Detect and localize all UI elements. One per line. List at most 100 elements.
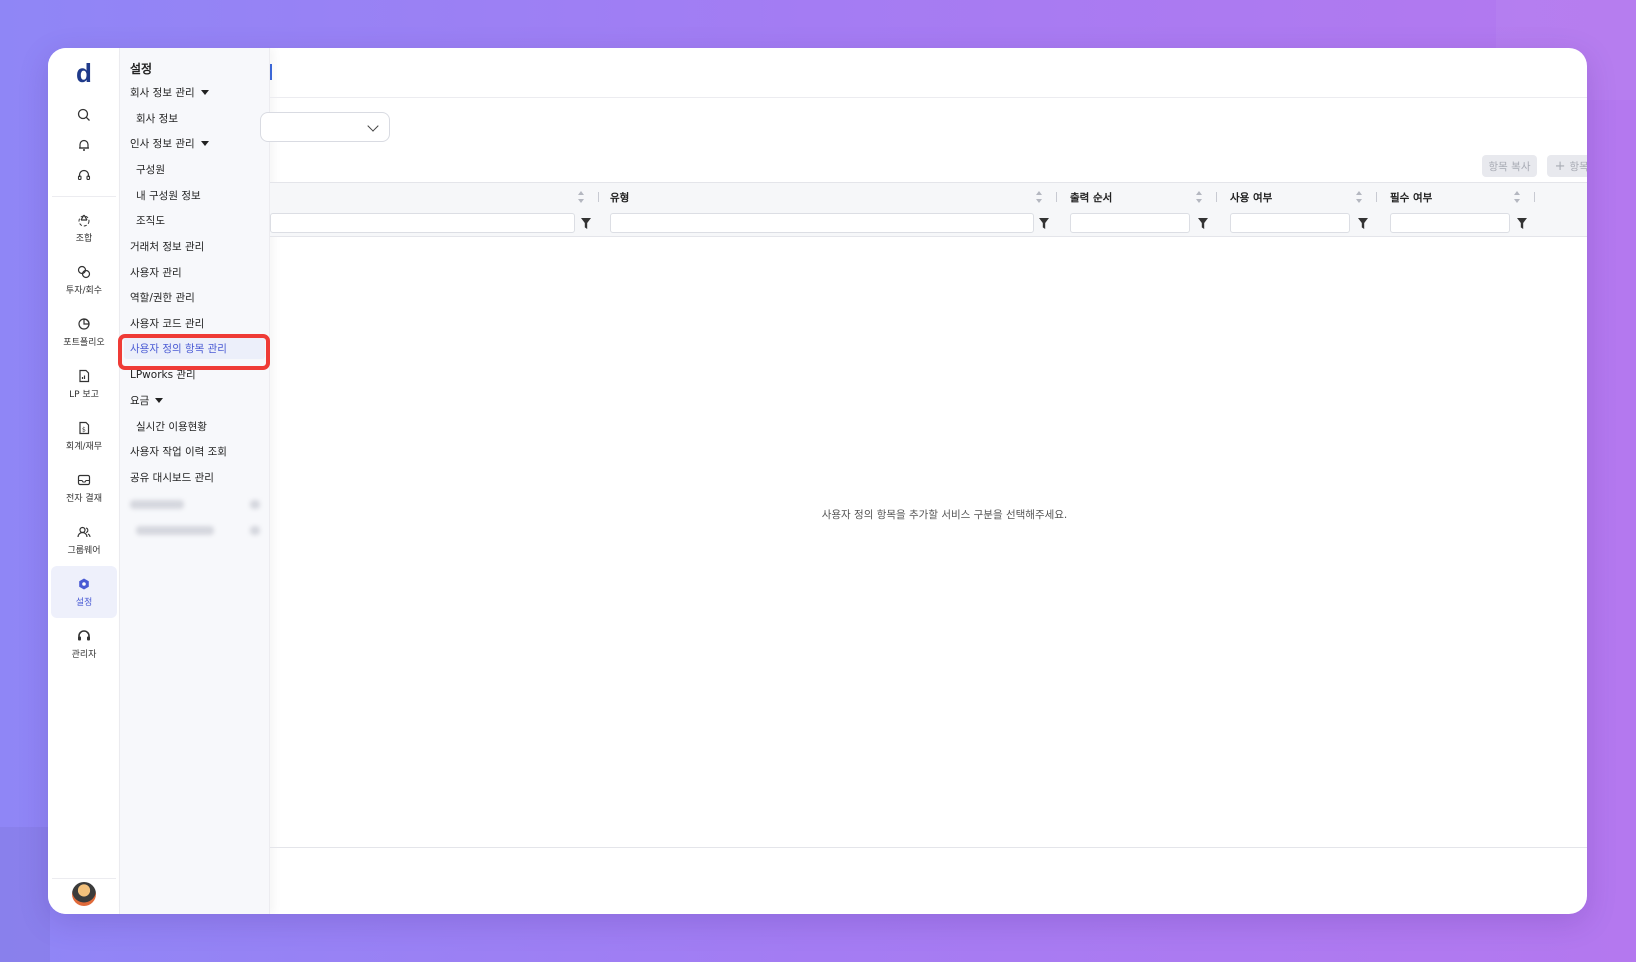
menu-item-role-permission-mgmt[interactable]: 역할/권한 관리 [130, 289, 195, 305]
menu-item-company-info-mgmt[interactable]: 회사 정보 관리 [130, 84, 209, 100]
rail-label: 설정 [75, 597, 93, 608]
column-separator [1534, 192, 1535, 202]
avatar[interactable] [72, 882, 96, 906]
admin-headset-icon [78, 629, 90, 640]
finance-document-icon: $ [79, 421, 90, 434]
sort-icon[interactable] [1356, 191, 1362, 203]
menu-item-user-code-mgmt[interactable]: 사용자 코드 관리 [130, 315, 204, 331]
menu-item-user-activity-log[interactable]: 사용자 작업 이력 조회 [130, 443, 227, 459]
menu-label: 실시간 이용현황 [136, 420, 207, 433]
menu-item-company-info[interactable]: 회사 정보 [136, 110, 178, 126]
column-separator [598, 192, 599, 202]
main-content: 항목 복사 +항목 추가 유형 [260, 48, 1587, 914]
menu-label: 사용자 정의 항목 관리 [130, 342, 227, 355]
sort-icon[interactable] [1514, 191, 1520, 203]
menu-item-members[interactable]: 구성원 [136, 161, 165, 177]
menu-label: 회사 정보 [136, 112, 178, 125]
column-header-required[interactable]: 필수 여부 [1380, 183, 1540, 237]
copy-field-button[interactable]: 항목 복사 [1482, 155, 1537, 177]
rail-item-lp-report[interactable]: LP 보고 [51, 358, 117, 410]
people-icon [77, 526, 91, 537]
rail-label: 그룹웨어 [67, 545, 101, 556]
menu-item-lpworks-mgmt[interactable]: LPworks 관리 [130, 366, 196, 382]
grid-header: 유형 출력 순서 사용 여부 필수 여부 [270, 183, 1587, 237]
filter-icon[interactable] [1198, 218, 1208, 229]
menu-label: 역할/권한 관리 [130, 291, 195, 304]
sort-icon[interactable] [1196, 191, 1202, 203]
column-header-type[interactable]: 유형 [600, 183, 1060, 237]
gear-icon [79, 578, 89, 589]
report-document-icon [79, 369, 90, 382]
add-field-label: 항목 추가 [1569, 160, 1587, 173]
menu-label: 인사 정보 관리 [130, 137, 195, 150]
menu-item-org-chart[interactable]: 조직도 [136, 212, 165, 228]
menu-item-realtime-usage[interactable]: 실시간 이용현황 [136, 418, 207, 434]
caret-down-icon [200, 89, 209, 95]
rail-label: 투자/회수 [65, 285, 103, 296]
menu-item-billing[interactable]: 요금 [130, 392, 164, 408]
column-title: 유형 [610, 192, 630, 204]
recycle-icon [78, 214, 90, 226]
menu-item-shared-dashboard-mgmt[interactable]: 공유 대시보드 관리 [130, 469, 214, 485]
divider [52, 878, 116, 879]
rail-item-groupware[interactable]: 그룹웨어 [51, 514, 117, 566]
column-header-name[interactable] [270, 183, 600, 237]
filter-input-in-use[interactable] [1230, 213, 1350, 233]
menu-item-user-mgmt[interactable]: 사용자 관리 [130, 264, 182, 280]
app-logo[interactable]: d [48, 58, 120, 89]
add-field-button[interactable]: +항목 추가 [1547, 155, 1587, 177]
search-icon[interactable] [48, 108, 120, 122]
column-title: 필수 여부 [1390, 192, 1433, 204]
filter-icon[interactable] [1517, 218, 1527, 229]
caret-down-icon [155, 397, 164, 403]
service-select[interactable] [260, 112, 390, 142]
menu-label: LPworks 관리 [130, 368, 196, 381]
background-decoration [0, 827, 50, 962]
column-header-order[interactable]: 출력 순서 [1060, 183, 1220, 237]
menu-item-my-member-info[interactable]: 내 구성원 정보 [136, 187, 201, 203]
rail-item-fund[interactable]: 조합 [51, 202, 117, 254]
settings-submenu: 설정 회사 정보 관리 회사 정보 인사 정보 관리 구성원 내 구성원 정보 … [120, 48, 270, 914]
menu-item-partner-info-mgmt[interactable]: 거래처 정보 관리 [130, 238, 204, 254]
rail-item-admin[interactable]: 관리자 [51, 618, 117, 670]
blurred-menu-item [130, 500, 260, 509]
column-separator [1216, 192, 1217, 202]
rail-item-settings[interactable]: 설정 [51, 566, 117, 618]
rail-label: 전자 결재 [66, 493, 102, 504]
filter-icon[interactable] [1039, 218, 1049, 229]
sort-icon[interactable] [578, 191, 584, 203]
copy-field-label: 항목 복사 [1488, 160, 1531, 173]
menu-label: 사용자 관리 [130, 266, 182, 279]
rail-label: 포트폴리오 [63, 337, 105, 348]
chevron-down-icon [367, 120, 379, 132]
filter-input-type[interactable] [610, 213, 1034, 233]
menu-item-custom-field-mgmt[interactable]: 사용자 정의 항목 관리 [124, 337, 265, 359]
rail-item-portfolio[interactable]: 포트폴리오 [51, 306, 117, 358]
empty-state-message: 사용자 정의 항목을 추가할 서비스 구분을 선택해주세요. [821, 509, 1068, 521]
filter-icon[interactable] [581, 218, 591, 229]
bell-icon[interactable] [48, 138, 120, 152]
headset-icon[interactable] [48, 168, 120, 182]
blurred-menu-item [136, 526, 260, 535]
plus-icon: + [1554, 158, 1566, 174]
column-title: 출력 순서 [1070, 192, 1113, 204]
rail-item-investment[interactable]: 투자/회수 [51, 254, 117, 306]
sort-icon[interactable] [1036, 191, 1042, 203]
column-header-in-use[interactable]: 사용 여부 [1220, 183, 1380, 237]
rail-item-accounting[interactable]: $ 회계/재무 [51, 410, 117, 462]
rail-item-approval[interactable]: 전자 결재 [51, 462, 117, 514]
svg-text:$: $ [82, 426, 86, 433]
menu-label: 사용자 코드 관리 [130, 317, 205, 330]
menu-label: 요금 [130, 394, 150, 407]
menu-label: 내 구성원 정보 [136, 189, 201, 202]
menu-label: 거래처 정보 관리 [130, 240, 205, 253]
rail-label: 조합 [75, 233, 93, 244]
filter-input-name[interactable] [270, 213, 575, 233]
menu-label: 사용자 작업 이력 조회 [130, 445, 227, 458]
menu-label: 조직도 [136, 214, 165, 227]
caret-down-icon [200, 140, 209, 146]
filter-icon[interactable] [1358, 218, 1368, 229]
filter-input-required[interactable] [1390, 213, 1510, 233]
filter-input-order[interactable] [1070, 213, 1190, 233]
menu-item-hr-info-mgmt[interactable]: 인사 정보 관리 [130, 135, 209, 151]
